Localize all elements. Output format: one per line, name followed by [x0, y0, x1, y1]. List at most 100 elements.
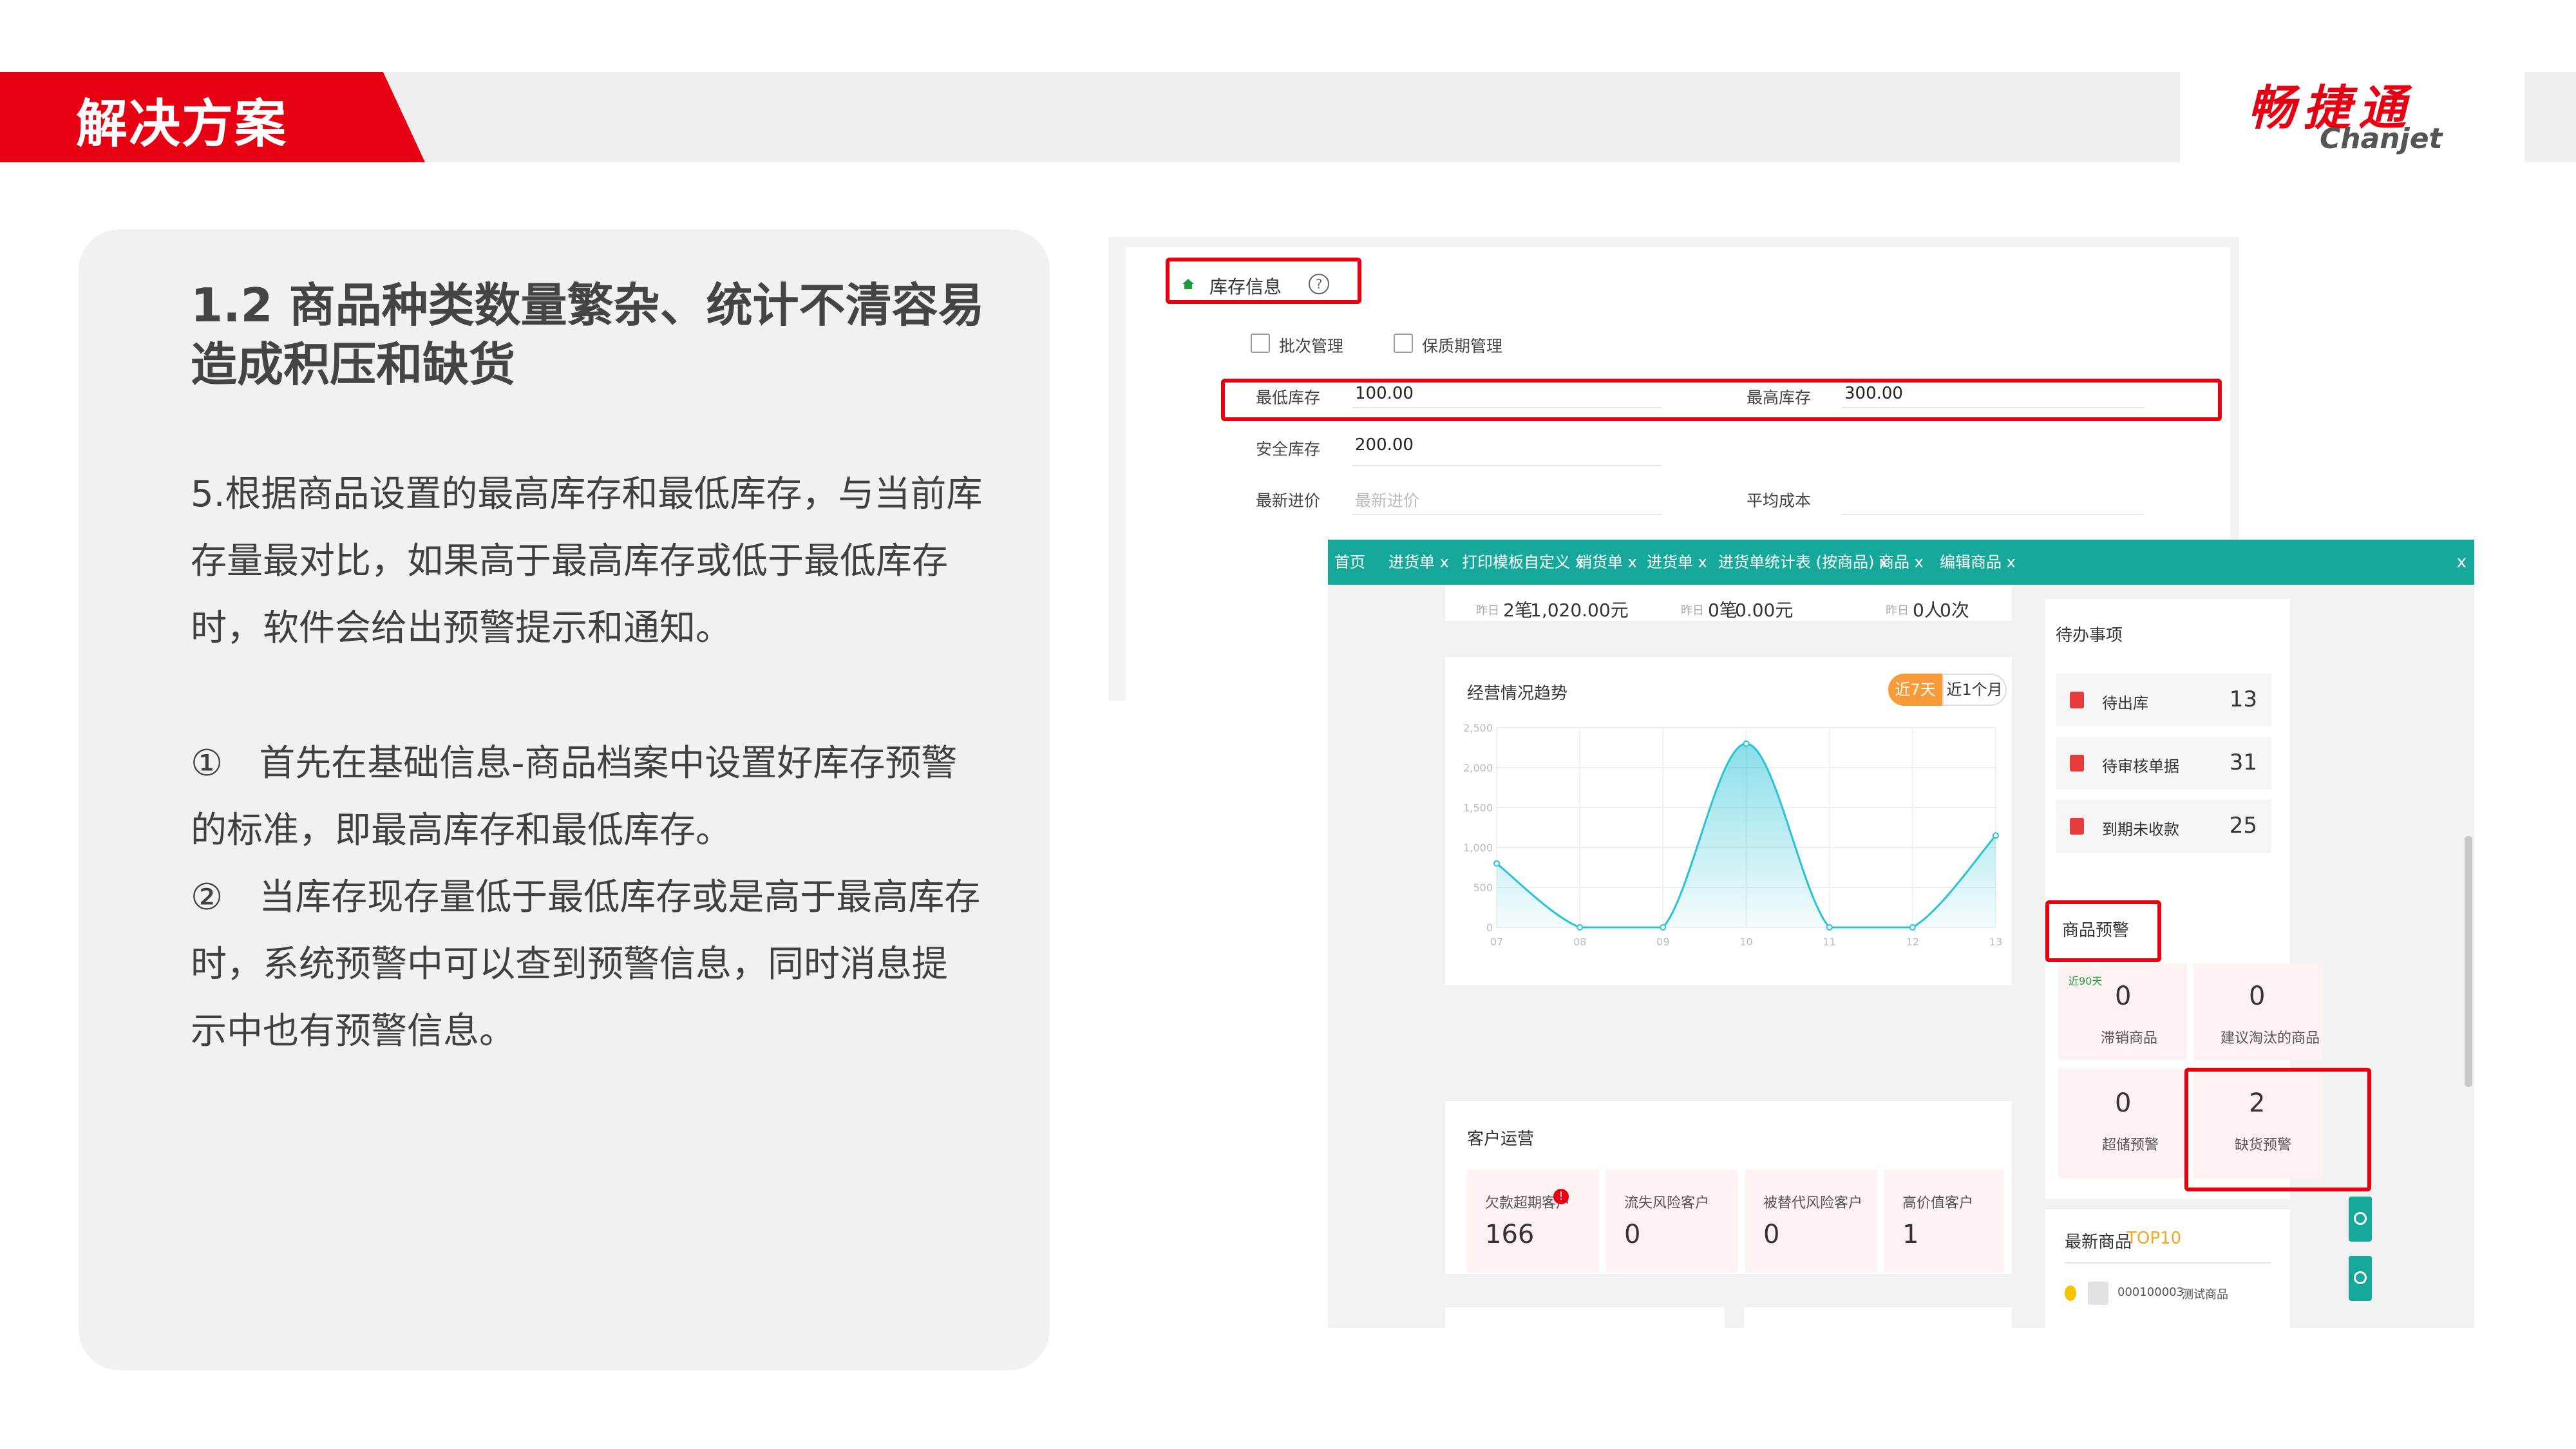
- batch-checkbox[interactable]: [1251, 334, 1270, 353]
- yesterday-amount-2: 0.00元: [1735, 600, 1794, 621]
- todo-item-review[interactable]: 待审核单据 31: [2056, 737, 2271, 790]
- stat-label-high-value: 高价值客户: [1902, 1195, 1974, 1211]
- warning-label-slow: 滞销商品: [2101, 1030, 2158, 1046]
- todo-title: 待办事项: [2056, 626, 2123, 645]
- tab-purchase-order-2[interactable]: 进货单 x: [1647, 540, 1707, 585]
- trend-title: 经营情况趋势: [1467, 684, 1568, 703]
- safe-stock-label: 安全库存: [1256, 440, 1321, 459]
- yesterday-amount-1: 1,020.00元: [1530, 600, 1629, 621]
- trend-point: [1743, 740, 1750, 747]
- trend-point: [1993, 832, 1999, 839]
- y-tick-label: 500: [1473, 882, 1493, 894]
- batch-label: 批次管理: [1279, 337, 1344, 355]
- warning-value-overstock: 0: [2115, 1088, 2132, 1118]
- bottom-panel-left: [1445, 1307, 1725, 1328]
- tab-purchase-stats[interactable]: 进货单统计表 (按商品) x: [1718, 540, 1888, 585]
- warning-card-overstock[interactable]: [2058, 1069, 2187, 1179]
- step-one-text: ① 首先在基础信息-商品档案中设置好库存预警的标准，即最高库存和最低库存。: [191, 743, 958, 851]
- tab-sales-order[interactable]: 销货单 x: [1577, 540, 1637, 585]
- warning-label-overstock: 超储预警: [2102, 1137, 2159, 1153]
- trend-point: [1660, 924, 1667, 931]
- highlight-box-stock: [1221, 379, 2222, 421]
- alert-badge: !: [1553, 1189, 1569, 1204]
- trend-area: [1497, 743, 1996, 927]
- x-tick-label: 10: [1739, 936, 1752, 948]
- trend-point: [1826, 924, 1833, 931]
- todo-item-receivable[interactable]: 到期未收款 25: [2056, 800, 2271, 853]
- trend-chart: 0 500 1,000 1,500 2,000 2,500 07 08 09 10 11 12 13: [1463, 722, 2002, 948]
- description-paragraph: 5.根据商品设置的最高库存和最低库存，与当前库存量最对比，如果高于最高库存或低于…: [191, 473, 983, 649]
- yesterday-label-1: 昨日: [1476, 604, 1499, 618]
- tab-bar: 首页 进货单 x 打印模板自定义 x 销货单 x 进货单 x 进货单统计表 (按…: [1328, 540, 2474, 585]
- tab-edit-product[interactable]: 编辑商品 x: [1940, 540, 2016, 585]
- trend-point: [1909, 924, 1916, 931]
- avg-cost-underline: [1842, 514, 2145, 515]
- trend-point: [1577, 924, 1584, 931]
- todo-item-outbound[interactable]: 待出库 13: [2056, 674, 2271, 726]
- warning-value-eliminate: 0: [2249, 981, 2266, 1011]
- x-tick-label: 13: [1989, 936, 2002, 948]
- newest-title: 最新商品: [2065, 1233, 2132, 1252]
- trend-point: [1493, 860, 1500, 867]
- stat-value-replace: 0: [1763, 1220, 1780, 1249]
- todo-label-review: 待审核单据: [2102, 757, 2179, 775]
- warning-period-tag: 近90天: [2069, 975, 2103, 987]
- phone-button[interactable]: [2349, 1256, 2372, 1301]
- latest-price-label: 最新进价: [1256, 491, 1321, 510]
- newest-divider: [2065, 1262, 2271, 1264]
- customer-service-button[interactable]: [2349, 1197, 2372, 1242]
- document-icon: [2070, 818, 2084, 835]
- dashboard-screenshot: 首页 进货单 x 打印模板自定义 x 销货单 x 进货单 x 进货单统计表 (按…: [1328, 540, 2474, 1328]
- latest-price-underline: [1352, 514, 1662, 515]
- stat-label-replace: 被替代风险客户: [1763, 1195, 1863, 1211]
- todo-value-receivable: 25: [2229, 813, 2257, 838]
- todo-label-receivable: 到期未收款: [2102, 820, 2179, 838]
- todo-panel: 待办事项 待出库 13 待审核单据 31 到期未收款 25: [2045, 599, 2290, 900]
- newest-title-accent: TOP10: [2126, 1229, 2182, 1248]
- highlight-box-shortage: [2184, 1068, 2371, 1191]
- stat-value-high-value: 1: [1902, 1220, 1919, 1249]
- latest-price-input[interactable]: 最新进价: [1355, 488, 1419, 511]
- todo-value-outbound: 13: [2229, 687, 2257, 712]
- y-tick-label: 1,500: [1463, 802, 1493, 814]
- safe-stock-input[interactable]: 200.00: [1355, 435, 1414, 455]
- chat-icon: [2354, 1212, 2367, 1225]
- scrollbar-thumb[interactable]: [2465, 836, 2472, 1087]
- medal-icon: [2065, 1285, 2076, 1301]
- shelf-life-label: 保质期管理: [1422, 337, 1503, 355]
- yesterday-count-1: 2笔: [1503, 600, 1533, 621]
- y-tick-label: 0: [1486, 922, 1493, 934]
- newest-item-name[interactable]: 测试商品: [2182, 1285, 2228, 1302]
- newest-item-code[interactable]: 000100003: [2117, 1285, 2184, 1299]
- y-tick-label: 1,000: [1463, 842, 1493, 854]
- tab-product[interactable]: 商品 x: [1879, 540, 1924, 585]
- highlight-box-section: [1166, 258, 1361, 304]
- document-icon: [2070, 755, 2084, 772]
- tab-purchase-order[interactable]: 进货单 x: [1388, 540, 1449, 585]
- x-tick-label: 08: [1573, 936, 1586, 948]
- x-tick-label: 07: [1490, 936, 1503, 948]
- todo-label-outbound: 待出库: [2102, 694, 2148, 712]
- shelf-life-checkbox[interactable]: [1394, 334, 1413, 353]
- yesterday-count-3: 0人: [1913, 600, 1942, 621]
- customer-title: 客户运营: [1467, 1130, 1535, 1149]
- tab-print-template[interactable]: 打印模板自定义 x: [1462, 540, 1584, 585]
- btn-7-days[interactable]: 近7天: [1888, 674, 1942, 706]
- x-tick-label: 12: [1906, 936, 1919, 948]
- phone-icon: [2354, 1271, 2367, 1284]
- yesterday-amount-3: 0次: [1940, 600, 1969, 621]
- highlight-box-warning-title: [2045, 900, 2161, 962]
- section-title: 解决方案: [76, 94, 287, 154]
- avg-cost-label: 平均成本: [1747, 491, 1812, 510]
- tab-home[interactable]: 首页: [1334, 540, 1365, 585]
- yesterday-label-3: 昨日: [1886, 604, 1909, 618]
- warning-value-slow: 0: [2115, 981, 2132, 1011]
- yesterday-label-2: 昨日: [1681, 604, 1704, 618]
- newest-products-panel: [2045, 1209, 2290, 1328]
- x-tick-label: 09: [1656, 936, 1669, 948]
- yesterday-count-2: 0笔: [1708, 600, 1738, 621]
- step-two-text: ② 当库存现存量低于最低库存或是高于最高库存时，系统预警中可以查到预警信息，同时…: [191, 876, 981, 1052]
- btn-1-month[interactable]: 近1个月: [1942, 674, 2007, 706]
- close-tabs-button[interactable]: x: [2457, 540, 2467, 585]
- logo-english: Chanjet: [2320, 122, 2443, 155]
